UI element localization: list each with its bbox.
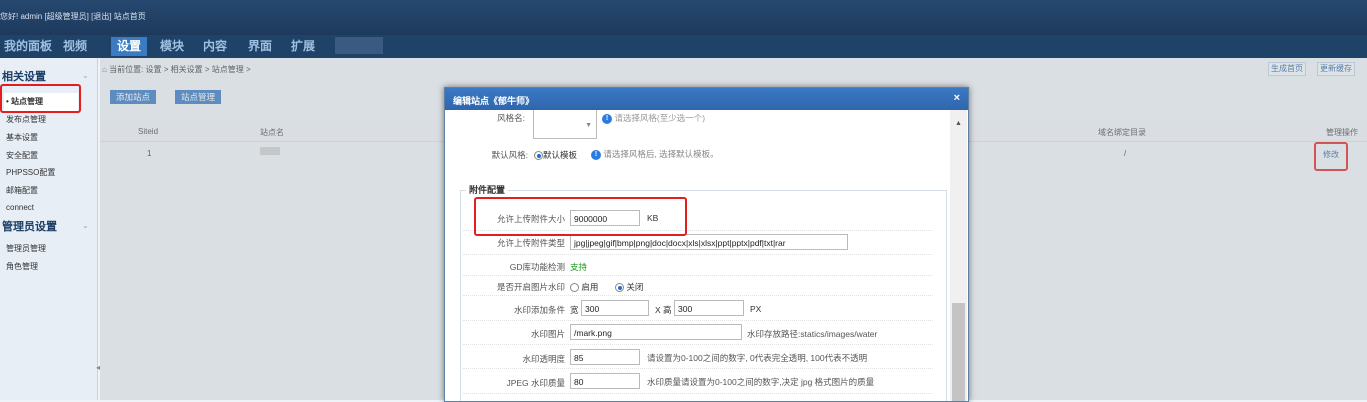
highlight-box-max-size: [474, 197, 687, 236]
alpha-hint: 请设置为0-100之间的数字, 0代表完全透明, 100代表不透明: [647, 353, 868, 363]
sidebar-item-mail[interactable]: 邮箱配置: [6, 185, 38, 196]
alpha-label: 水印透明度: [522, 354, 565, 364]
chevron-down-icon: ▼: [585, 122, 592, 129]
chevron-down-icon[interactable]: ⌄: [82, 71, 89, 80]
tab-extend[interactable]: 扩展: [291, 37, 315, 56]
sidebar-item-connect[interactable]: connect: [6, 203, 34, 212]
sidebar-item-role-manage[interactable]: 角色管理: [6, 261, 38, 272]
divider: [463, 254, 933, 255]
attach-legend: 附件配置: [466, 183, 509, 196]
chevron-down-icon[interactable]: ⌄: [82, 221, 89, 230]
close-icon[interactable]: ×: [954, 92, 960, 104]
divider: [463, 275, 933, 276]
tab-interface[interactable]: 界面: [248, 37, 272, 56]
cond-width-prefix: 宽: [570, 305, 579, 315]
default-style-radio[interactable]: 默认模板: [534, 149, 577, 161]
divider: [463, 344, 933, 345]
radio-selected[interactable]: [534, 151, 543, 161]
radio-unselected[interactable]: [570, 283, 579, 293]
skin-hint: ! 请选择风格(至少选一个): [602, 112, 705, 124]
sidebar-item-security[interactable]: 安全配置: [6, 150, 38, 161]
img-hint: 水印存放路径:statics/images/water: [747, 329, 878, 339]
divider: [463, 393, 933, 394]
alpha-input[interactable]: 85: [570, 349, 640, 365]
watermark-label: 是否开启图片水印: [496, 282, 565, 292]
gd-value: 支持: [570, 262, 588, 272]
tab-modules[interactable]: 模块: [160, 37, 184, 56]
sidebar-item-phpsso[interactable]: PHPSSO配置: [6, 167, 55, 178]
tab-settings[interactable]: 设置: [111, 37, 148, 56]
top-bar: 您好! admin [超级管理员] [退出] 站点首页: [0, 0, 1367, 35]
img-label: 水印图片: [530, 329, 565, 339]
dialog-scrollbar[interactable]: ▲: [950, 110, 967, 401]
tab-content[interactable]: 内容: [203, 37, 227, 56]
watermark-on-radio[interactable]: 启用: [570, 281, 598, 293]
gd-label: GD库功能检测: [509, 262, 565, 272]
sidebar-section-settings[interactable]: 相关设置: [2, 68, 46, 84]
welcome-text: 您好! admin [超级管理员] [退出] 站点首页: [0, 12, 146, 21]
sidebar-section-admin[interactable]: 管理员设置: [2, 218, 57, 234]
nav-placeholder: [335, 37, 383, 54]
tab-my-panel[interactable]: 我的面板: [4, 37, 52, 56]
info-icon: !: [591, 149, 601, 160]
cond-unit: PX: [750, 304, 762, 314]
dialog-title: 编辑站点《郁牛师》: [453, 96, 535, 106]
default-style-hint: ! 请选择风格后, 选择默认模板。: [591, 148, 719, 160]
types-input[interactable]: jpg|jpeg|gif|bmp|png|doc|docx|xls|xlsx|p…: [570, 234, 848, 250]
divider: [463, 295, 933, 296]
skin-select[interactable]: ▼: [533, 110, 597, 139]
quality-input[interactable]: 80: [570, 373, 640, 389]
sidebar-item-basic[interactable]: 基本设置: [6, 132, 38, 143]
sidebar-item-publish[interactable]: 发布点管理: [6, 114, 46, 125]
tab-video[interactable]: 视频: [63, 37, 87, 56]
scroll-up-icon[interactable]: ▲: [955, 120, 962, 127]
divider: [463, 320, 933, 321]
main-nav: 我的面板 视频 设置 模块 内容 界面 扩展: [0, 35, 1367, 58]
types-label: 允许上传附件类型: [496, 238, 565, 248]
default-style-label: 默认风格:: [491, 150, 528, 160]
cond-width-input[interactable]: 300: [581, 300, 649, 316]
img-input[interactable]: /mark.png: [570, 324, 742, 340]
sidebar-item-admin-manage[interactable]: 管理员管理: [6, 243, 46, 254]
quality-label: JPEG 水印质量: [506, 378, 565, 388]
info-icon: !: [602, 113, 612, 124]
radio-selected[interactable]: [615, 283, 624, 293]
highlight-box-site-manage: [0, 84, 81, 113]
divider: [463, 368, 933, 369]
scroll-thumb[interactable]: [952, 303, 965, 401]
dialog-header: 编辑站点《郁牛师》 ×: [445, 88, 968, 110]
cond-label: 水印添加条件: [513, 305, 565, 315]
skin-label: 风格名:: [497, 113, 525, 123]
watermark-off-radio[interactable]: 关闭: [615, 281, 643, 293]
edit-site-dialog: 编辑站点《郁牛师》 × 风格名: ▼ ! 请选择风格(至少选一个) 默认风格: …: [444, 87, 969, 402]
cond-height-prefix: X 高: [655, 305, 672, 315]
cond-height-input[interactable]: 300: [674, 300, 744, 316]
dialog-body: 风格名: ▼ ! 请选择风格(至少选一个) 默认风格: 默认模板 ! 请选择风格…: [445, 110, 950, 401]
quality-hint: 水印质量请设置为0-100之间的数字,决定 jpg 格式图片的质量: [647, 377, 875, 387]
